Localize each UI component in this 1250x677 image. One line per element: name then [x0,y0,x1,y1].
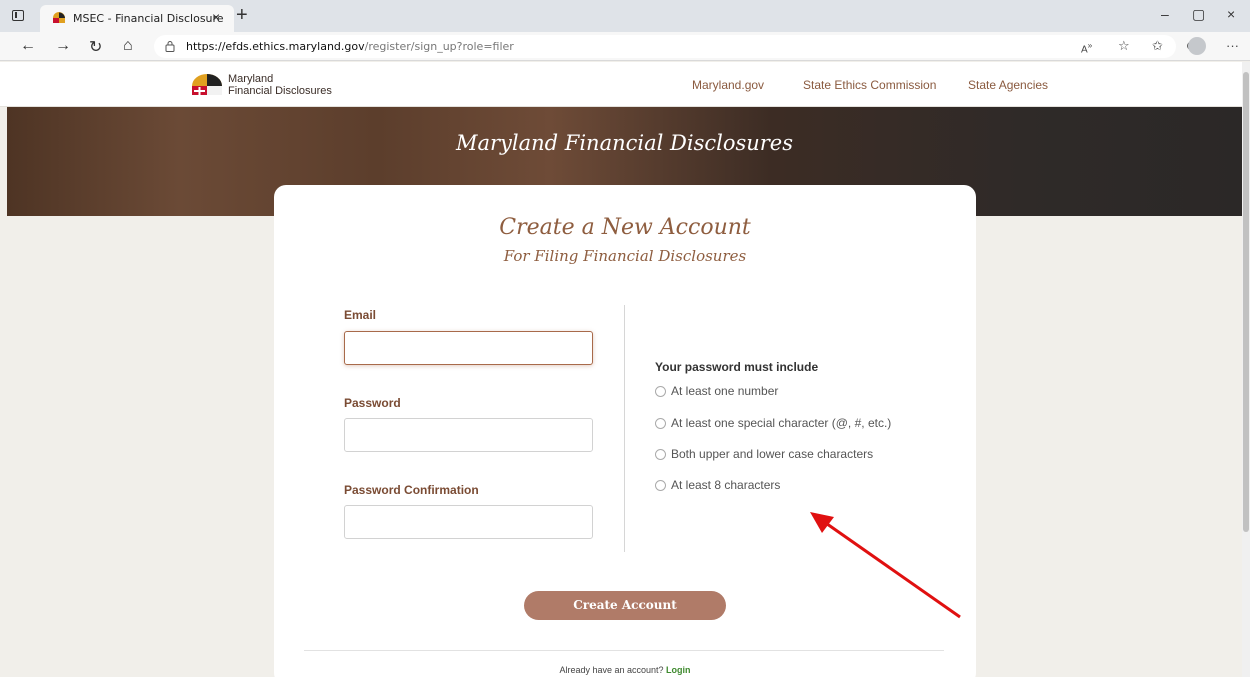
browser-tab[interactable]: MSEC - Financial Disclosure × [40,5,234,32]
password-label: Password [344,396,401,410]
requirement-item: At least one special character (@, #, et… [655,416,891,430]
requirement-label: At least one number [671,384,779,398]
scrollbar-thumb[interactable] [1243,72,1249,532]
requirement-label: At least one special character (@, #, et… [671,416,892,430]
address-toolbar: ← → ↻ ⌂ https://efds.ethics.maryland.gov… [0,32,1250,61]
site-logo-text[interactable]: Maryland Financial Disclosures [228,73,332,97]
logo-line-2: Financial Disclosures [228,85,332,97]
close-window-icon[interactable]: × [1227,6,1235,22]
tab-actions-icon[interactable] [12,10,24,21]
maryland-flag-favicon-icon [53,12,65,23]
login-link[interactable]: Login [666,665,691,675]
nav-link-state-agencies[interactable]: State Agencies [968,78,1048,92]
new-tab-icon[interactable]: + [236,4,248,27]
password-requirements-title: Your password must include [655,360,819,374]
create-account-button[interactable]: Create Account [524,591,726,620]
form-title: Create a New Account [499,215,751,240]
forward-icon[interactable]: → [55,37,71,55]
requirement-radio-icon [655,448,666,460]
password-confirmation-field[interactable] [344,505,593,539]
profile-icon[interactable] [1188,37,1206,55]
home-icon[interactable]: ⌂ [123,37,133,55]
login-prompt: Already have an account? Login [274,665,976,675]
requirement-item: At least one number [655,384,778,398]
requirement-radio-icon [655,479,666,491]
red-arrow-annotation [810,512,961,619]
requirement-label: Both upper and lower case characters [671,447,874,461]
footer-divider [304,650,944,651]
password-confirmation-label: Password Confirmation [344,483,479,497]
site-header: Maryland Financial Disclosures Maryland.… [0,62,1242,107]
browser-tab-bar: MSEC - Financial Disclosure × + – ▢ × [0,0,1250,32]
form-subtitle: For Filing Financial Disclosures [503,247,747,265]
nav-link-state-ethics-commission[interactable]: State Ethics Commission [803,78,936,92]
column-divider [624,305,625,552]
email-label: Email [344,308,377,322]
back-icon[interactable]: ← [20,37,36,55]
password-field[interactable] [344,418,593,452]
hero-title: Maryland Financial Disclosures [455,131,794,155]
requirement-radio-icon [655,385,666,397]
lock-icon[interactable] [165,40,175,52]
nav-link-maryland-gov[interactable]: Maryland.gov [692,78,764,92]
maximize-icon[interactable]: ▢ [1192,6,1205,23]
requirement-item: Both upper and lower case characters [655,447,873,461]
url-text[interactable]: https://efds.ethics.maryland.gov/registe… [186,40,514,53]
minimize-icon[interactable]: – [1161,6,1169,22]
requirement-item: At least 8 characters [655,478,780,492]
tab-title: MSEC - Financial Disclosure [73,12,224,25]
requirement-radio-icon [655,417,666,429]
read-aloud-icon[interactable]: A» [1081,40,1092,55]
more-icon[interactable]: ··· [1226,38,1239,53]
logo-line-1: Maryland [228,73,274,85]
requirement-label: At least 8 characters [671,478,781,492]
page-scrollbar[interactable] [1242,62,1250,677]
url-bar[interactable]: https://efds.ethics.maryland.gov/registe… [154,35,1176,58]
favorite-icon[interactable]: ☆ [1118,38,1130,54]
refresh-icon[interactable]: ↻ [89,37,102,57]
favorites-list-icon[interactable]: ✩ [1152,38,1163,54]
tab-close-icon[interactable]: × [212,9,220,25]
login-prompt-text: Already have an account? [559,665,664,675]
maryland-logo-icon[interactable] [191,74,223,96]
email-field[interactable] [344,331,593,365]
